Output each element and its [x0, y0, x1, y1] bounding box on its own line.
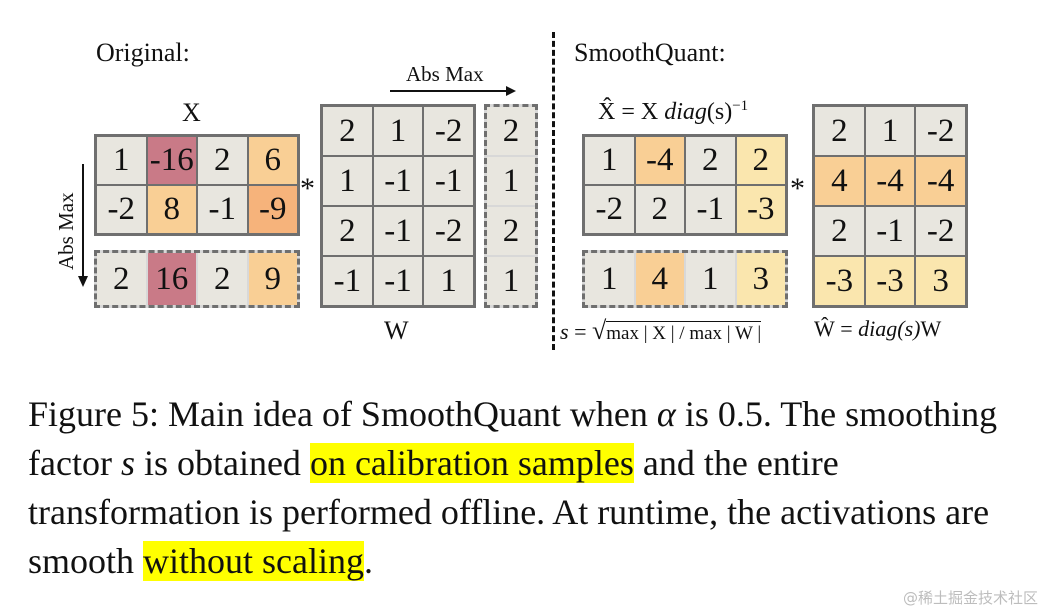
abs-max-right-arrow-icon [390, 86, 516, 96]
w-smooth-cell: 2 [815, 207, 864, 255]
x-original-cell: 2 [198, 137, 247, 184]
x-absmax-cell: 9 [248, 253, 297, 305]
caption-s: s [120, 443, 135, 483]
w-absmax-column: 2121 [484, 104, 538, 308]
multiply-symbol: * [300, 172, 315, 205]
what-eq-diag: diag [858, 316, 898, 341]
x-original-cell: -9 [248, 186, 297, 233]
w-original-cell: 2 [323, 207, 372, 255]
caption-highlight-without-scaling: without scaling [143, 541, 364, 581]
x-smooth-cell: 2 [686, 137, 735, 184]
s-eq-lhs: s [560, 319, 569, 344]
s-eq-radicand: max | X | / max | W | [606, 321, 762, 344]
w-original-cell: 1 [323, 157, 372, 205]
x-smooth-absmax-cell: 4 [635, 253, 684, 305]
smoothquant-label: SmoothQuant: [574, 38, 726, 67]
x-smooth-matrix: 1 -4 2 2 -2 2 -1 -3 [582, 134, 788, 236]
w-smooth-cell: -4 [916, 157, 965, 205]
x-smooth-cell: 1 [585, 137, 634, 184]
x-smooth-absmax-cell: 1 [585, 253, 634, 305]
w-original-cell: -1 [424, 157, 473, 205]
xhat-eq-s: (s) [706, 99, 733, 125]
x-smooth-cell: -3 [736, 186, 785, 233]
x-original-matrix: 1 -16 2 6 -2 8 -1 -9 [94, 134, 300, 236]
x-absmax-cell: 2 [97, 253, 146, 305]
caption-alpha: α [656, 394, 676, 434]
multiply-symbol-2: * [790, 172, 805, 205]
figure-caption: Figure 5: Main idea of SmoothQuant when … [28, 390, 1018, 586]
caption-highlight-calibration: on calibration samples [309, 443, 634, 483]
x-original-cell: -1 [198, 186, 247, 233]
sqrt-icon: √ [591, 316, 607, 345]
w-smooth-cell: 3 [916, 257, 965, 305]
w-original-cell: 2 [323, 107, 372, 155]
w-smooth-cell: -2 [916, 107, 965, 155]
x-smooth-cell: -2 [585, 186, 634, 233]
w-original-cell: -2 [424, 107, 473, 155]
x-smooth-absmax-cell: 1 [686, 253, 735, 305]
w-smooth-matrix: 2 1 -2 4 -4 -4 2 -1 -2 -3 -3 3 [812, 104, 968, 308]
x-smooth-absmax-cell: 3 [736, 253, 785, 305]
xhat-eq-diag: diag [664, 99, 707, 125]
w-smooth-cell: 4 [815, 157, 864, 205]
w-smooth-cell: -1 [865, 207, 915, 255]
w-absmax-cell: 2 [487, 207, 535, 255]
xhat-eq-exp: −1 [732, 98, 749, 114]
xhat-equation: X̂ = X diag(s)−1 [598, 98, 748, 126]
caption-part-1: Figure 5: Main idea of SmoothQuant when [28, 394, 657, 434]
x-original-cell: 1 [97, 137, 146, 184]
watermark: @稀土掘金技术社区 [902, 589, 1038, 607]
w-smooth-cell: -3 [815, 257, 864, 305]
s-eq-eq: = [568, 319, 592, 344]
w-smooth-cell: -3 [865, 257, 915, 305]
w-original-matrix: 2 1 -2 1 -1 -1 2 -1 -2 -1 -1 1 [320, 104, 476, 308]
x-smooth-absmax-row: 1413 [582, 250, 788, 308]
x-original-cell: 6 [248, 137, 297, 184]
caption-part-3: is obtained [134, 443, 310, 483]
w-original-cell: 1 [424, 257, 473, 305]
what-equation: Ŵ = diag(s)W [814, 316, 941, 342]
xhat-eq-lhs: X̂ = X [598, 99, 665, 125]
caption-part-5: . [364, 541, 373, 581]
w-original-cell: -1 [373, 207, 423, 255]
x-smooth-cell: 2 [635, 186, 684, 233]
w-absmax-cell: 2 [487, 107, 535, 155]
x-original-cell: 8 [147, 186, 196, 233]
w-original-cell: -2 [424, 207, 473, 255]
x-original-cell: -2 [97, 186, 146, 233]
x-smooth-cell: -4 [635, 137, 684, 184]
w-original-cell: -1 [373, 157, 423, 205]
what-eq-rest: (s)W [897, 316, 942, 341]
w-smooth-cell: -2 [916, 207, 965, 255]
figure-divider [552, 32, 555, 350]
w-smooth-cell: 1 [865, 107, 915, 155]
x-original-cell: -16 [147, 137, 196, 184]
original-label: Original: [96, 38, 190, 67]
x-absmax-cell: 2 [198, 253, 247, 305]
w-matrix-label: W [384, 316, 409, 345]
x-absmax-cell: 16 [147, 253, 196, 305]
x-matrix-label: X [182, 98, 201, 127]
w-absmax-cell: 1 [487, 157, 535, 205]
w-original-cell: -1 [373, 257, 423, 305]
x-smooth-cell: -1 [686, 186, 735, 233]
s-equation: s = √max | X | / max | W | [560, 316, 762, 346]
x-absmax-row: 2 16 2 9 [94, 250, 300, 308]
x-smooth-cell: 2 [736, 137, 785, 184]
w-original-cell: -1 [323, 257, 372, 305]
abs-max-down-arrow-icon [78, 164, 88, 287]
w-original-cell: 1 [373, 107, 423, 155]
w-smooth-cell: -4 [865, 157, 915, 205]
what-eq-lhs: Ŵ = [814, 316, 859, 341]
w-smooth-cell: 2 [815, 107, 864, 155]
w-absmax-cell: 1 [487, 257, 535, 305]
